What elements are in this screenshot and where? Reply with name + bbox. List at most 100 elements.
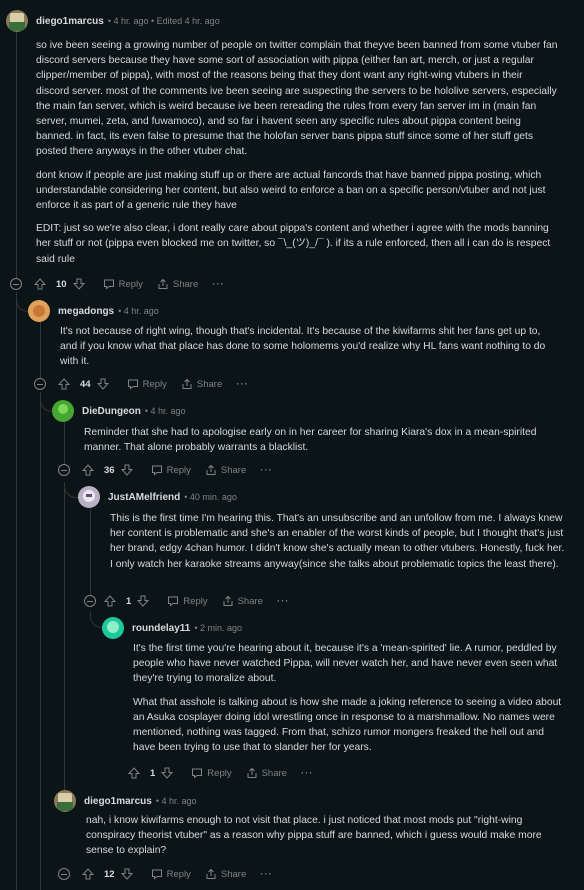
collapse-button[interactable] [34, 378, 46, 390]
vote-count: 1 [126, 595, 132, 607]
comment-header: diego1marcus • 4 hr. ago [54, 790, 574, 812]
avatar[interactable] [78, 486, 100, 508]
comment-meta: • 4 hr. ago [118, 306, 159, 316]
comment-header: diego1marcus • 4 hr. ago • Edited 4 hr. … [6, 10, 576, 32]
collapse-button[interactable] [10, 278, 22, 290]
thread-line[interactable] [16, 32, 17, 280]
reply-label: Reply [183, 595, 208, 607]
more-options-button[interactable]: ··· [236, 379, 249, 390]
share-button[interactable]: Share [181, 378, 222, 390]
reply-icon [151, 869, 162, 880]
upvote-icon[interactable] [58, 378, 70, 390]
share-button[interactable]: Share [246, 767, 287, 779]
reply-button[interactable]: Reply [127, 378, 167, 390]
share-icon [223, 595, 233, 606]
downvote-icon[interactable] [72, 278, 85, 290]
avatar[interactable] [28, 300, 50, 322]
thread-line[interactable] [64, 482, 65, 787]
vote-count: 1 [150, 767, 156, 779]
downvote-icon[interactable] [161, 767, 174, 779]
avatar[interactable] [6, 10, 28, 32]
more-options-button[interactable]: ··· [301, 768, 314, 779]
comment: diego1marcus • 4 hr. ago • Edited 4 hr. … [6, 10, 576, 32]
reply-button[interactable]: Reply [151, 464, 191, 476]
avatar[interactable] [102, 617, 124, 639]
collapse-button[interactable] [84, 595, 96, 607]
thread-line[interactable] [64, 422, 65, 470]
vote-count: 10 [56, 278, 67, 290]
author-name[interactable]: megadongs [58, 306, 114, 317]
vote-control: 12 [82, 868, 137, 880]
reply-icon [168, 596, 179, 607]
comment-paragraph: nah, i know kiwifarms enough to not visi… [86, 815, 542, 857]
comment-header: megadongs • 4 hr. ago [28, 300, 568, 322]
comment-header: roundelay11 • 2 min. ago [102, 617, 572, 639]
comment-thread: diego1marcus • 4 hr. ago • Edited 4 hr. … [0, 0, 584, 890]
reply-icon [103, 279, 114, 290]
more-options-button[interactable]: ··· [260, 465, 273, 476]
downvote-icon[interactable] [96, 378, 109, 390]
avatar[interactable] [54, 790, 76, 812]
author-name[interactable]: DieDungeon [82, 406, 141, 417]
comment-body: so ive been seeing a growing number of p… [36, 38, 558, 275]
comment-body: nah, i know kiwifarms enough to not visi… [86, 813, 566, 867]
upvote-icon[interactable] [128, 767, 140, 779]
downvote-icon[interactable] [137, 595, 150, 607]
reply-label: Reply [166, 464, 191, 476]
comment: diego1marcus • 4 hr. ago [54, 790, 574, 812]
upvote-icon[interactable] [104, 595, 116, 607]
comment-paragraph: It's the first time you're hearing about… [133, 643, 558, 685]
reply-button[interactable]: Reply [167, 595, 208, 607]
share-button[interactable]: Share [157, 278, 198, 290]
comment: DieDungeon • 4 hr. ago [52, 400, 572, 422]
comment-paragraph: Reminder that she had to apologise early… [84, 427, 537, 454]
vote-count: 44 [80, 378, 91, 390]
comment: megadongs • 4 hr. ago [28, 300, 568, 322]
upvote-icon[interactable] [34, 278, 46, 290]
comment-actions: 1 Reply Share ··· [104, 591, 303, 611]
collapse-button[interactable] [58, 868, 70, 880]
thread-line[interactable] [90, 508, 91, 600]
reply-label: Reply [207, 767, 232, 779]
author-name[interactable]: diego1marcus [84, 796, 152, 807]
thread-elbow [64, 482, 78, 498]
comment-paragraph: so ive been seeing a growing number of p… [36, 40, 558, 158]
thread-elbow [40, 396, 52, 412]
author-name[interactable]: diego1marcus [36, 16, 104, 27]
more-options-button[interactable]: ··· [212, 279, 225, 290]
downvote-icon[interactable] [120, 464, 133, 476]
more-options-button[interactable]: ··· [260, 869, 273, 880]
upvote-icon[interactable] [82, 464, 94, 476]
comment-body: This is the first time I'm hearing this.… [110, 511, 566, 580]
vote-control: 1 [104, 595, 153, 607]
reply-button[interactable]: Reply [103, 278, 143, 290]
thread-line[interactable] [40, 392, 41, 890]
reply-label: Reply [118, 278, 143, 290]
share-button[interactable]: Share [205, 868, 246, 880]
downvote-icon[interactable] [120, 868, 133, 880]
reply-icon [192, 768, 203, 779]
more-options-button[interactable]: ··· [277, 596, 290, 607]
comment-paragraph: What that asshole is talking about is ho… [133, 696, 562, 754]
reply-button[interactable]: Reply [151, 868, 191, 880]
comment-body: It's the first time you're hearing about… [133, 641, 567, 763]
share-button[interactable]: Share [222, 595, 263, 607]
share-label: Share [261, 767, 287, 779]
thread-line[interactable] [16, 292, 17, 890]
author-name[interactable]: roundelay11 [132, 623, 190, 634]
upvote-icon[interactable] [82, 868, 94, 880]
vote-count: 12 [104, 868, 115, 880]
vote-control: 36 [82, 464, 137, 476]
thread-line[interactable] [40, 322, 41, 378]
comment-paragraph: This is the first time I'm hearing this.… [110, 513, 565, 570]
avatar[interactable] [52, 400, 74, 422]
vote-control: 44 [58, 378, 113, 390]
author-name[interactable]: JustAMelfriend [108, 492, 180, 503]
comment-actions: 44 Reply Share ··· [58, 374, 263, 394]
vote-control: 1 [128, 767, 177, 779]
share-button[interactable]: Share [205, 464, 246, 476]
comment-meta: • 4 hr. ago [144, 406, 186, 416]
collapse-button[interactable] [58, 464, 70, 476]
reply-button[interactable]: Reply [191, 767, 232, 779]
comment-paragraph: EDIT: just so we're also clear, i dont r… [36, 223, 551, 265]
